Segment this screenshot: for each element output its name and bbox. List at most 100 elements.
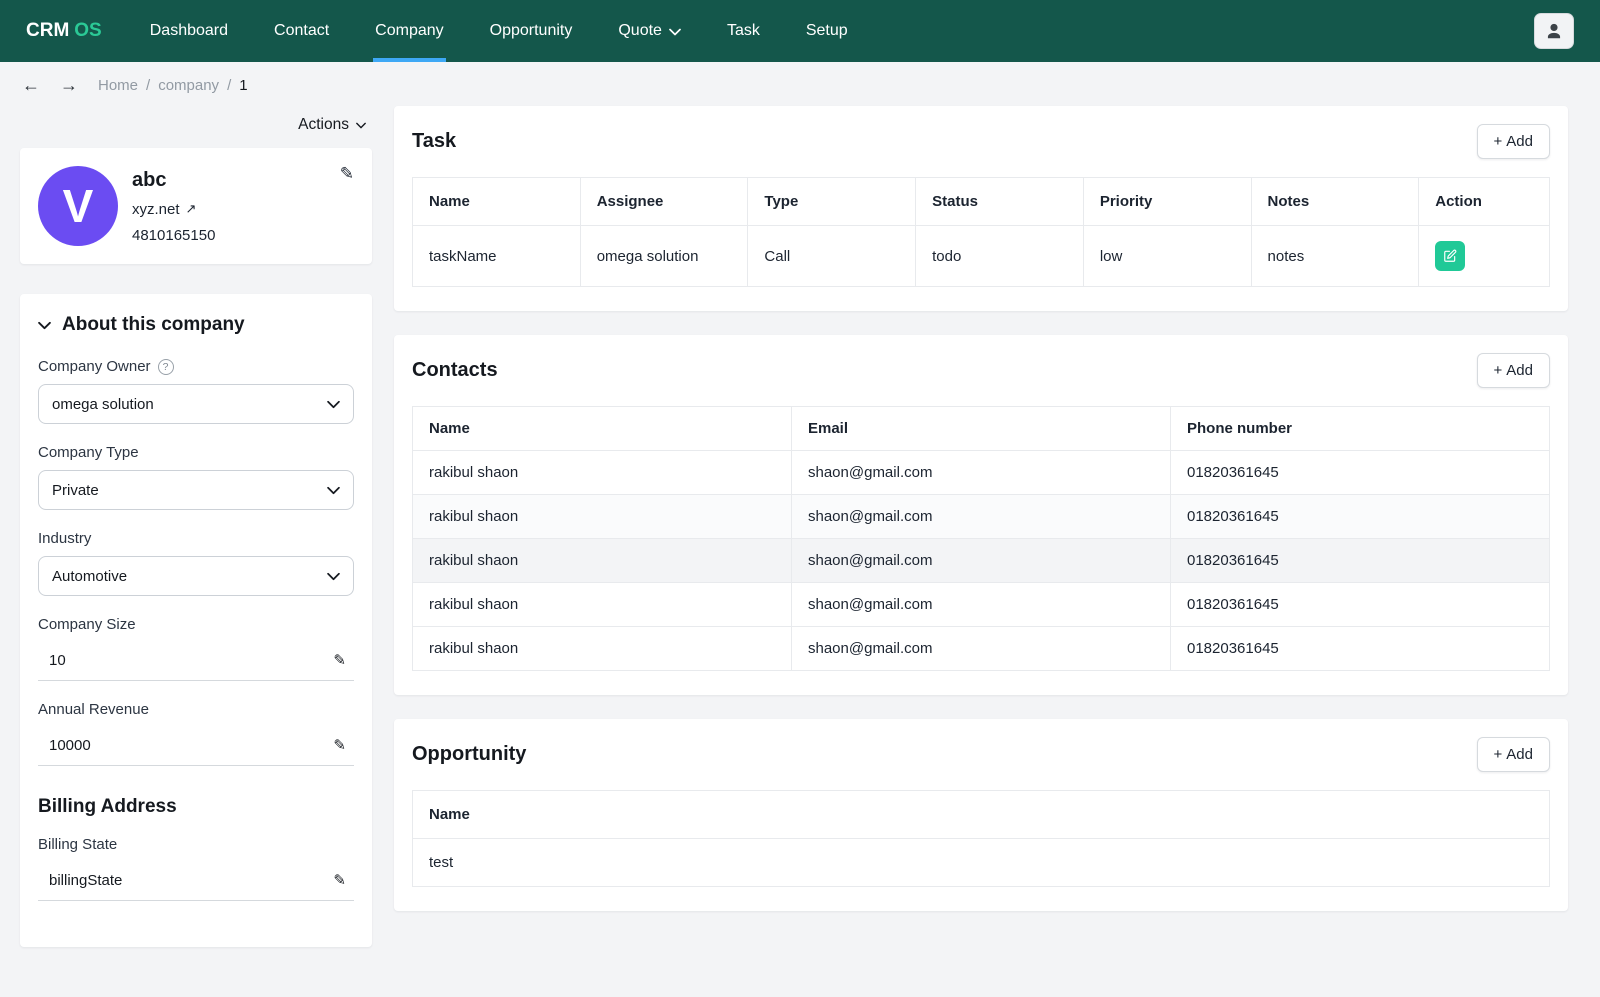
- task-col-action: Action: [1418, 177, 1550, 226]
- company-owner-select[interactable]: omega solution: [38, 384, 354, 424]
- annual-revenue-editable[interactable]: 10000 ✎: [38, 727, 354, 766]
- task-status-cell: todo: [915, 225, 1084, 287]
- add-contact-button[interactable]: + Add: [1476, 353, 1550, 388]
- breadcrumb-home[interactable]: Home: [98, 77, 138, 94]
- add-task-button[interactable]: + Add: [1476, 124, 1550, 159]
- company-website-link[interactable]: xyz.net: [132, 201, 180, 218]
- billing-state-editable[interactable]: billingState ✎: [38, 862, 354, 901]
- opportunity-table: Name test: [412, 790, 1550, 887]
- breadcrumb: ← → Home / company / 1: [0, 62, 1600, 106]
- task-type-cell: Call: [747, 225, 917, 287]
- contacts-section: Contacts + Add Name Email Phone number r: [394, 335, 1568, 695]
- company-type-field: Company Type Private: [38, 444, 354, 510]
- annual-revenue-field: Annual Revenue 10000 ✎: [38, 701, 354, 766]
- company-owner-value: omega solution: [52, 395, 154, 413]
- task-col-notes: Notes: [1250, 177, 1420, 226]
- industry-label: Industry: [38, 530, 92, 547]
- logo-text-os: OS: [74, 20, 102, 41]
- company-owner-label: Company Owner: [38, 358, 151, 375]
- task-col-name: Name: [412, 177, 581, 226]
- contact-row: rakibul shaon shaon@gmail.com 0182036164…: [412, 450, 1550, 495]
- breadcrumb-separator: /: [146, 76, 151, 94]
- nav-item-setup[interactable]: Setup: [804, 0, 850, 62]
- edit-company-icon[interactable]: ✎: [340, 164, 354, 184]
- company-size-label: Company Size: [38, 616, 136, 633]
- navbar: CRM OS Dashboard Contact Company Opportu…: [0, 0, 1600, 62]
- industry-value: Automotive: [52, 567, 128, 585]
- actions-label: Actions: [298, 116, 349, 133]
- contact-name-cell: rakibul shaon: [412, 538, 792, 583]
- company-type-select[interactable]: Private: [38, 470, 354, 510]
- contact-phone-cell: 01820361645: [1170, 538, 1550, 583]
- plus-icon: +: [1493, 362, 1503, 379]
- nav-item-quote[interactable]: Quote: [616, 0, 683, 62]
- annual-revenue-label: Annual Revenue: [38, 701, 149, 718]
- contact-phone-cell: 01820361645: [1170, 450, 1550, 495]
- contacts-col-email: Email: [791, 406, 1171, 451]
- contact-name-cell: rakibul shaon: [412, 494, 792, 539]
- task-col-priority: Priority: [1082, 177, 1252, 226]
- nav-item-company[interactable]: Company: [373, 0, 447, 62]
- edit-icon[interactable]: ✎: [333, 651, 346, 669]
- contact-email-cell: shaon@gmail.com: [791, 582, 1171, 627]
- about-section-title: About this company: [62, 314, 245, 335]
- breadcrumb-company[interactable]: company: [158, 77, 219, 94]
- company-type-value: Private: [52, 481, 99, 499]
- plus-icon: +: [1493, 746, 1503, 763]
- avatar-letter: V: [62, 180, 94, 232]
- back-arrow-icon[interactable]: ←: [22, 76, 40, 94]
- add-task-label: Add: [1506, 133, 1533, 150]
- opportunity-name-cell: test: [412, 838, 1550, 887]
- contacts-table: Name Email Phone number rakibul shaon sh…: [412, 406, 1550, 671]
- contact-name-cell: rakibul shaon: [412, 582, 792, 627]
- task-col-status: Status: [915, 177, 1084, 226]
- task-row: taskName omega solution Call todo low no…: [412, 225, 1550, 287]
- about-section-toggle[interactable]: About this company: [38, 314, 354, 336]
- chevron-down-icon: [38, 321, 51, 329]
- app-logo[interactable]: CRM OS: [26, 0, 102, 62]
- caret-down-icon: [356, 122, 366, 128]
- user-menu-button[interactable]: [1534, 13, 1574, 49]
- external-link-icon[interactable]: ↗: [186, 201, 197, 217]
- opportunity-section: Opportunity + Add Name test: [394, 719, 1568, 911]
- nav-item-task[interactable]: Task: [725, 0, 762, 62]
- industry-select[interactable]: Automotive: [38, 556, 354, 596]
- billing-state-label: Billing State: [38, 836, 118, 853]
- contact-email-cell: shaon@gmail.com: [791, 450, 1171, 495]
- actions-dropdown-button[interactable]: Actions: [298, 116, 366, 134]
- edit-icon[interactable]: ✎: [333, 736, 346, 754]
- task-name-cell: taskName: [412, 225, 581, 287]
- billing-address-title: Billing Address: [38, 796, 177, 817]
- forward-arrow-icon[interactable]: →: [60, 76, 78, 94]
- add-contact-label: Add: [1506, 362, 1533, 379]
- contact-row: rakibul shaon shaon@gmail.com 0182036164…: [412, 582, 1550, 627]
- contact-phone-cell: 01820361645: [1170, 626, 1550, 671]
- billing-state-value: billingState: [49, 871, 123, 889]
- nav-item-contact[interactable]: Contact: [272, 0, 331, 62]
- plus-icon: +: [1493, 133, 1503, 150]
- breadcrumb-current: 1: [239, 76, 248, 94]
- contact-name-cell: rakibul shaon: [412, 626, 792, 671]
- contact-row: rakibul shaon shaon@gmail.com 0182036164…: [412, 626, 1550, 671]
- contact-row: rakibul shaon shaon@gmail.com 0182036164…: [412, 538, 1550, 583]
- logo-text-crm: CRM: [26, 20, 70, 41]
- task-col-type: Type: [747, 177, 917, 226]
- opportunity-col-name: Name: [412, 790, 1550, 839]
- company-type-label: Company Type: [38, 444, 139, 461]
- edit-pencil-icon: [1444, 249, 1457, 262]
- billing-state-field: Billing State billingState ✎: [38, 836, 354, 901]
- task-section-title: Task: [412, 130, 457, 152]
- annual-revenue-value: 10000: [49, 736, 91, 754]
- nav-item-opportunity[interactable]: Opportunity: [488, 0, 575, 62]
- help-icon[interactable]: ?: [157, 358, 174, 375]
- task-assignee-cell: omega solution: [579, 225, 749, 287]
- contact-email-cell: shaon@gmail.com: [791, 494, 1171, 539]
- contacts-col-name: Name: [412, 406, 792, 451]
- add-opportunity-button[interactable]: + Add: [1476, 737, 1550, 772]
- edit-task-button[interactable]: [1435, 241, 1466, 271]
- edit-icon[interactable]: ✎: [333, 871, 346, 889]
- nav-item-dashboard[interactable]: Dashboard: [148, 0, 230, 62]
- company-size-editable[interactable]: 10 ✎: [38, 642, 354, 681]
- opportunity-section-title: Opportunity: [412, 743, 527, 765]
- company-avatar: V: [38, 166, 118, 246]
